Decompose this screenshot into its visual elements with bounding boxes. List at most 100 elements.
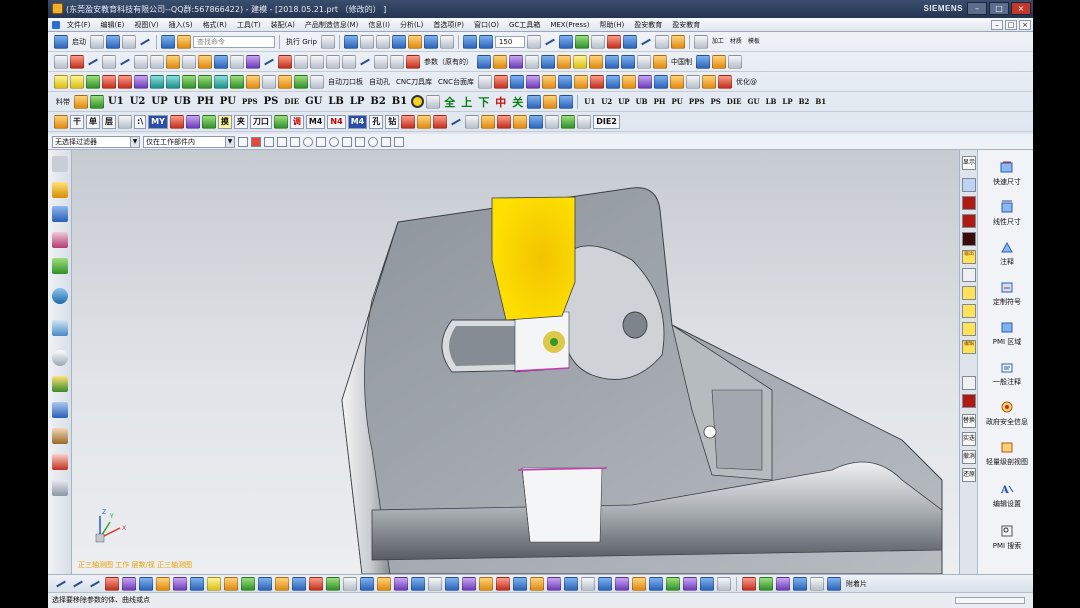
snap-point-icon[interactable]: [355, 136, 365, 147]
bottom-surface-10-icon[interactable]: [275, 576, 289, 591]
diamond-icon[interactable]: [54, 114, 68, 129]
cmd-hole[interactable]: 孔: [369, 114, 384, 129]
bottom-surface-25-icon[interactable]: [530, 576, 544, 591]
part-small-hole[interactable]: [703, 425, 717, 439]
mesh-icon[interactable]: [525, 54, 539, 69]
bottom-surface-29-icon[interactable]: [598, 576, 612, 591]
menu-insert[interactable]: 插入(S): [164, 20, 198, 30]
cmd-m4[interactable]: M4: [305, 114, 326, 129]
strip-edit-button[interactable]: 编辑: [962, 340, 976, 354]
menu-gc-toolkit[interactable]: GC工具箱: [504, 20, 545, 30]
solid-3-icon[interactable]: [542, 74, 557, 89]
mold-9-icon[interactable]: [182, 74, 196, 89]
part-step-inner-face[interactable]: [711, 389, 763, 471]
pen-icon[interactable]: [449, 115, 463, 129]
command-search-input[interactable]: 查找命令: [193, 35, 275, 48]
doc-close-button[interactable]: ×: [1019, 19, 1031, 30]
bottom-surface-3-icon[interactable]: [156, 576, 170, 591]
o-ring-icon[interactable]: [411, 95, 425, 108]
cmd-upper[interactable]: 上: [459, 94, 474, 110]
menu-tools[interactable]: 工具(T): [232, 20, 266, 30]
hd3d-tools-icon[interactable]: [52, 288, 68, 304]
strip-gray-icon[interactable]: [962, 268, 976, 282]
bottom-surface-34-icon[interactable]: [683, 576, 697, 591]
tag-icon[interactable]: [494, 74, 509, 89]
cmd-adjust[interactable]: 调: [289, 114, 304, 129]
cmd-drill[interactable]: 钻: [385, 114, 400, 129]
menu-yingan-1[interactable]: 盈安教育: [629, 20, 667, 30]
cmd-die2[interactable]: DIE2: [593, 114, 620, 129]
cut-icon[interactable]: [138, 35, 152, 49]
mold-5-icon[interactable]: [118, 74, 132, 89]
cmd2-u1[interactable]: U1: [582, 97, 597, 106]
solid-5-icon[interactable]: [574, 74, 589, 89]
cmd2-b1[interactable]: B1: [813, 97, 828, 106]
custom-14-icon[interactable]: [577, 114, 592, 129]
bottom-surface-21-icon[interactable]: [462, 576, 476, 591]
axis-icon[interactable]: [606, 34, 621, 49]
cmd2-ph[interactable]: PH: [652, 97, 668, 106]
cmd2-die[interactable]: DIE: [725, 97, 744, 106]
part-model[interactable]: X Y Z: [72, 150, 959, 574]
custom-7-icon[interactable]: [465, 114, 480, 129]
bottom-surface-14-icon[interactable]: [343, 576, 357, 591]
redo-icon[interactable]: [122, 34, 136, 49]
pmi-region-button[interactable]: PMI 区域: [980, 320, 1033, 347]
cmd2-ps[interactable]: PS: [708, 97, 722, 106]
move-icon[interactable]: [462, 34, 477, 49]
mold-11-icon[interactable]: [214, 74, 228, 89]
menu-mex[interactable]: MEX(Press): [545, 21, 594, 29]
surface-icon[interactable]: [509, 54, 523, 69]
divide-icon[interactable]: [294, 54, 308, 69]
snap-control-icon[interactable]: [316, 136, 326, 147]
custom-13-icon[interactable]: [561, 114, 576, 129]
mold-17-icon[interactable]: [310, 74, 324, 89]
fit-icon[interactable]: [375, 34, 390, 49]
cylinder-icon[interactable]: [557, 54, 571, 69]
solid-7-icon[interactable]: [606, 74, 621, 89]
split-curve-icon[interactable]: [278, 54, 292, 69]
menu-pmi[interactable]: 产品制造信息(M): [300, 20, 364, 30]
solid-2-icon[interactable]: [526, 74, 541, 89]
strip-red-2-icon[interactable]: [962, 214, 976, 228]
mold-12-icon[interactable]: [230, 74, 244, 89]
subtract-icon[interactable]: [621, 54, 635, 69]
auto-hole-button[interactable]: 自动孔: [367, 77, 392, 87]
lightweight-section-button[interactable]: 轻量级剖视图: [980, 440, 1033, 467]
solid-10-icon[interactable]: [654, 74, 669, 89]
fillet-icon[interactable]: [326, 54, 340, 69]
menu-window[interactable]: 窗口(O): [469, 20, 504, 30]
solid-14-icon[interactable]: [718, 74, 733, 89]
cmd2-pps[interactable]: PPS: [687, 97, 707, 106]
mold-1-icon[interactable]: [54, 74, 68, 89]
start-label[interactable]: 启动: [70, 37, 88, 47]
close-button[interactable]: ×: [1011, 2, 1031, 15]
bottom-surface-6-icon[interactable]: [207, 576, 221, 591]
mold-8-icon[interactable]: [166, 74, 180, 89]
extra-icon[interactable]: [712, 54, 726, 69]
auto-punch-plate-button[interactable]: 自动刀口板: [326, 77, 365, 87]
menu-help[interactable]: 帮助(H): [594, 20, 629, 30]
strip-red-1-icon[interactable]: [962, 196, 976, 210]
cmd-single[interactable]: 单: [86, 114, 100, 129]
menu-assembly[interactable]: 装配(A): [266, 20, 300, 30]
strip-yellow-3-icon[interactable]: [962, 322, 976, 336]
snap-icon[interactable]: [543, 35, 557, 49]
custom-6-icon[interactable]: [433, 114, 448, 129]
offset-curve-icon[interactable]: [166, 54, 180, 69]
polyline-icon[interactable]: [86, 55, 100, 69]
bottom-surface-28-icon[interactable]: [581, 576, 595, 591]
bottom-surface-5-icon[interactable]: [190, 576, 204, 591]
cmd-layer[interactable]: 层: [102, 114, 116, 129]
bottom-surface-17-icon[interactable]: [394, 576, 408, 591]
cmd2-u2[interactable]: U2: [599, 97, 614, 106]
block-icon[interactable]: [541, 54, 555, 69]
bottom-surface-33-icon[interactable]: [666, 576, 680, 591]
assembly-navigator-icon[interactable]: [52, 182, 68, 198]
deselect-icon[interactable]: [251, 136, 261, 147]
layout-icon[interactable]: [343, 34, 358, 49]
bottom-surface-8-icon[interactable]: [241, 576, 255, 591]
process-studio-icon[interactable]: [52, 402, 68, 418]
snap-intersection-icon[interactable]: [368, 136, 378, 147]
bottom-curve-2-icon[interactable]: [71, 577, 85, 591]
